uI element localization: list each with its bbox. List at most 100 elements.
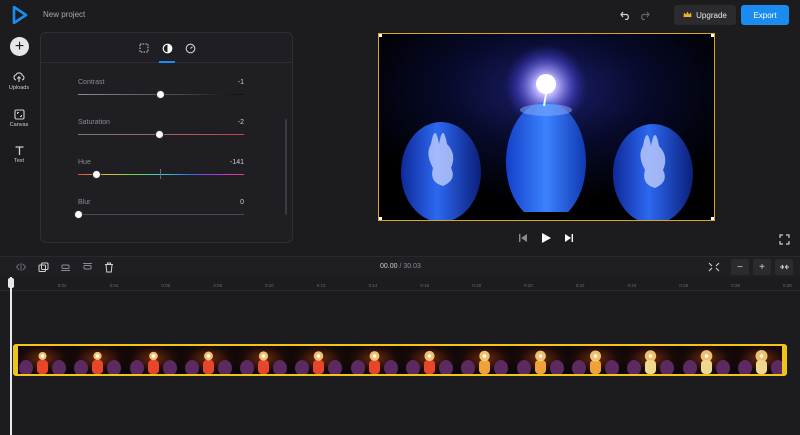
export-button[interactable]: Export [741, 5, 789, 25]
delete-icon[interactable] [101, 261, 117, 273]
time-separator: / [399, 263, 402, 270]
redo-icon[interactable] [637, 8, 651, 22]
ruler-tick-label: 0:26 [679, 283, 689, 288]
ruler-tick-label: 0:10 [265, 283, 274, 288]
crop-icon[interactable] [138, 42, 150, 54]
clip-thumbnail [236, 346, 292, 374]
duplicate-icon[interactable] [35, 261, 51, 273]
resize-handle[interactable] [711, 217, 714, 220]
clip-trim-handle-left[interactable] [13, 346, 18, 374]
app-logo-icon[interactable] [12, 5, 28, 25]
video-preview[interactable] [378, 33, 715, 221]
saturation-value: -2 [237, 119, 244, 126]
sidebar-item-text[interactable]: Text [0, 145, 38, 164]
left-sidebar: + Uploads Canvas Text [0, 31, 38, 255]
blur-slider-thumb[interactable] [74, 210, 83, 219]
adjust-icon[interactable] [161, 42, 173, 54]
align-bottom-icon[interactable] [57, 261, 73, 273]
fit-timeline-icon[interactable] [706, 261, 722, 273]
clip-thumbnail [291, 346, 347, 374]
clip-thumbnail [457, 346, 513, 374]
sidebar-item-uploads[interactable]: Uploads [0, 72, 38, 91]
ruler-tick-label: 0:14 [368, 283, 378, 288]
saturation-slider-thumb[interactable] [155, 130, 165, 139]
fullscreen-icon[interactable] [779, 232, 791, 245]
resize-handle[interactable] [379, 217, 382, 220]
project-title[interactable]: New project [43, 10, 85, 19]
preview-frame-image [379, 34, 714, 220]
ruler-tick-label: 0:22 [575, 283, 585, 288]
ruler-tick-label: 0:08 [213, 283, 222, 288]
align-top-icon[interactable] [79, 261, 95, 273]
contrast-value: -1 [237, 79, 244, 86]
ruler-tick-label: 0:30 [783, 283, 792, 288]
top-bar: New project Upgrade Export [0, 0, 800, 31]
ruler-tick-label: 0:02 [57, 283, 67, 288]
video-clip-track[interactable] [13, 344, 787, 376]
clip-thumbnail [678, 346, 734, 374]
play-icon[interactable] [540, 232, 552, 244]
ruler-tick-label: 0:16 [420, 283, 430, 288]
clip-thumbnail [15, 346, 71, 374]
collapse-icon[interactable] [775, 259, 793, 275]
speed-icon[interactable] [184, 42, 196, 54]
clip-thumbnail [125, 346, 181, 374]
resize-handle[interactable] [379, 34, 382, 37]
ruler-tick-label: 0:28 [731, 283, 740, 288]
time-readout: 00.00 / 30.03 [380, 263, 421, 270]
blur-label: Blur [78, 199, 91, 206]
clip-thumbnail [180, 346, 237, 374]
panel-scrollbar[interactable] [285, 119, 287, 215]
ruler-tick-label: 0:06 [161, 283, 171, 288]
sidebar-item-canvas[interactable]: Canvas [0, 109, 38, 128]
sidebar-item-label: Canvas [9, 122, 29, 128]
clip-thumbnail [567, 346, 624, 374]
hue-value: -141 [229, 159, 244, 166]
current-time: 00.00 [380, 263, 398, 270]
total-time: 30.03 [403, 263, 421, 270]
clip-thumbnail [402, 346, 458, 374]
crown-icon [683, 11, 692, 20]
ruler-tick-label: 0:20 [524, 283, 533, 288]
sidebar-item-label: Text [13, 158, 25, 164]
contrast-label: Contrast [78, 79, 105, 86]
panel-tabs [41, 33, 292, 63]
hue-label: Hue [78, 159, 91, 166]
clip-thumbnail [733, 346, 785, 374]
upgrade-label: Upgrade [696, 10, 727, 20]
clip-thumbnail [623, 346, 679, 374]
hue-center-marker [160, 169, 161, 179]
active-tab-indicator [159, 61, 175, 63]
ruler-tick-label: 0:18 [472, 283, 481, 288]
hue-slider-thumb[interactable] [92, 170, 102, 179]
canvas-icon [13, 109, 25, 120]
playhead[interactable] [10, 277, 12, 435]
skip-forward-icon[interactable] [563, 232, 575, 244]
ruler-tick-label: 0:04 [109, 283, 119, 288]
split-icon[interactable] [13, 261, 29, 273]
zoom-out-button[interactable]: − [731, 259, 749, 275]
upload-icon [13, 72, 25, 82]
resize-handle[interactable] [711, 34, 714, 37]
saturation-label: Saturation [78, 119, 110, 126]
contrast-slider-thumb[interactable] [156, 90, 166, 99]
hue-slider-track[interactable] [78, 174, 244, 175]
clip-trim-handle-right[interactable] [782, 346, 787, 374]
ruler-tick-label: 0:24 [627, 283, 637, 288]
ruler-tick-label: 0:12 [316, 283, 326, 288]
blur-slider-track[interactable] [78, 214, 244, 215]
undo-icon[interactable] [618, 8, 632, 22]
playhead-knob[interactable] [8, 278, 14, 288]
clip-thumbnail [70, 346, 126, 374]
sidebar-item-label: Uploads [8, 85, 30, 91]
zoom-in-button[interactable]: + [753, 259, 771, 275]
clip-thumbnail [512, 346, 568, 374]
timeline-ruler[interactable]: 00:020:040:060:080:100:120:140:160:180:2… [0, 277, 800, 291]
upgrade-button[interactable]: Upgrade [674, 5, 736, 25]
skip-back-icon[interactable] [517, 232, 529, 244]
blur-value: 0 [240, 199, 244, 206]
clip-thumbnail [346, 346, 403, 374]
text-icon [15, 146, 23, 155]
add-media-button[interactable]: + [10, 37, 29, 56]
adjust-panel: Contrast -1 Saturation -2 Hue -141 Blur … [40, 32, 293, 243]
